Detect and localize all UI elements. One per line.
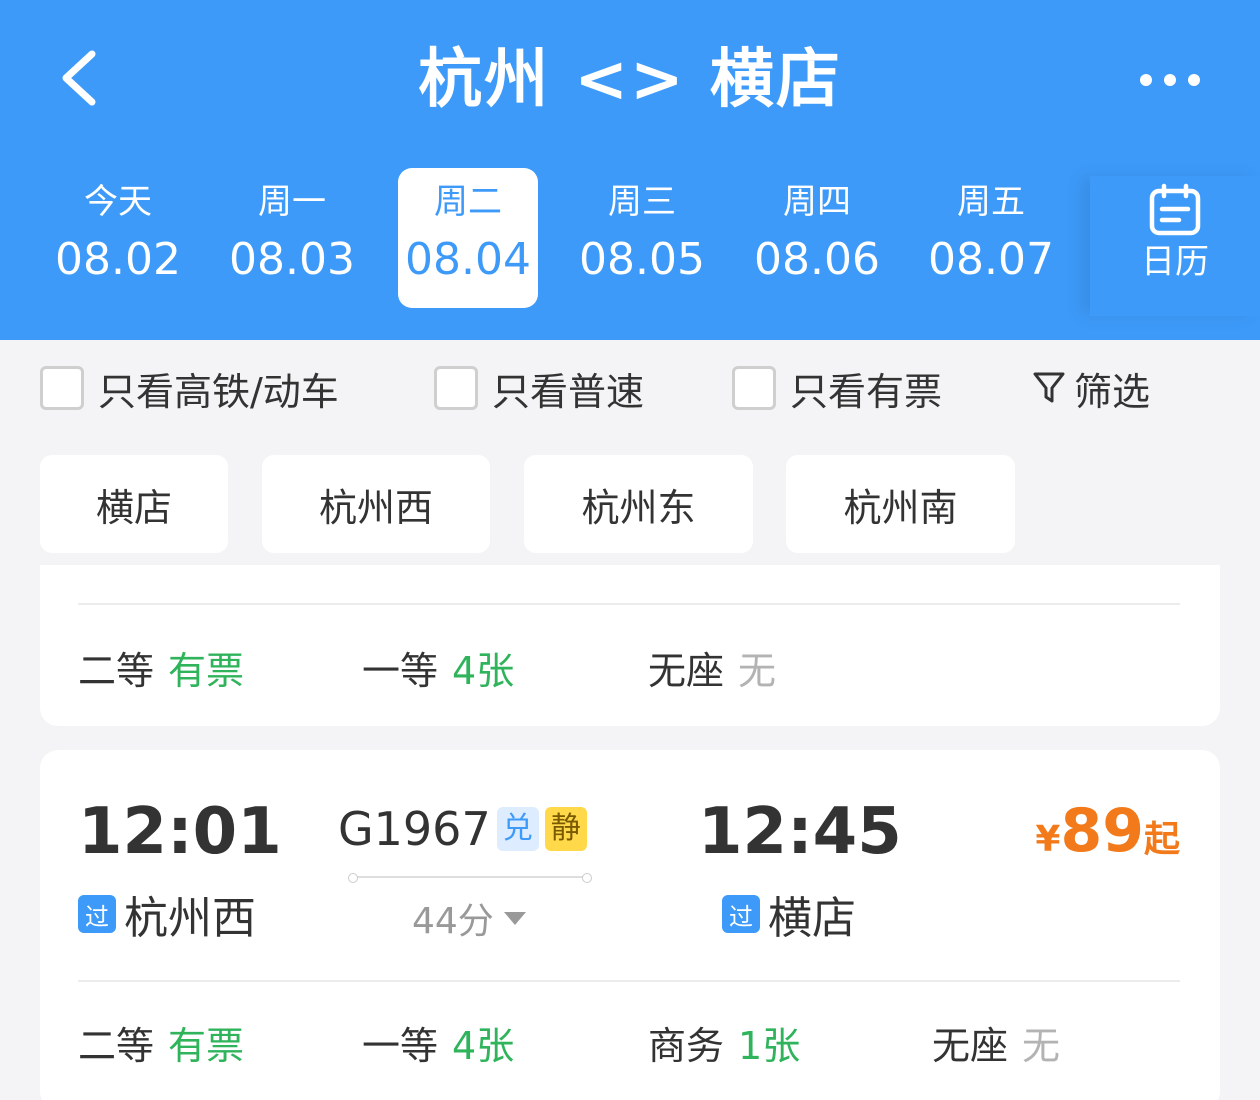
arrive-time: 12:45 [698, 795, 902, 869]
depart-time: 12:01 [78, 795, 282, 869]
available-checkbox[interactable] [732, 366, 776, 410]
station-chip-hengdian[interactable]: 横店 [40, 455, 228, 553]
date-tab-weekday: 周四 [783, 182, 851, 222]
station-chip-hangzhou-east[interactable]: 杭州东 [524, 455, 753, 553]
regular-label: 只看普速 [492, 369, 645, 414]
date-tab-0804-selected[interactable]: 周二 08.04 [398, 168, 538, 308]
train-card[interactable]: 二等 有票 一等 4张 无座无 [40, 565, 1220, 726]
regular-checkbox[interactable] [434, 366, 478, 410]
seat-no-seat: 无座无 [648, 640, 776, 695]
train-number-text: G1967 [338, 802, 491, 856]
arrive-station: 过 横店 [722, 882, 856, 946]
price-value: 89 [1060, 796, 1144, 866]
seat-status: 4张 [452, 1024, 515, 1068]
date-tab-0805[interactable]: 周三 08.05 [572, 168, 712, 308]
seat-first-class: 一等 4张 [362, 1015, 514, 1070]
station-chip-hangzhou-west[interactable]: 杭州西 [262, 455, 490, 553]
date-tab-date: 08.05 [579, 234, 705, 285]
caret-down-icon [503, 911, 526, 925]
card-divider [78, 980, 1180, 982]
filter-button[interactable]: 筛选 [1032, 362, 1150, 414]
depart-station: 过 杭州西 [78, 882, 256, 946]
filter-high-speed[interactable]: 只看高铁/动车 [40, 362, 339, 414]
duration-text: 44分 [412, 901, 494, 942]
seat-class: 一等 [362, 649, 439, 693]
card-divider [78, 603, 1180, 605]
calendar-button[interactable]: 日历 [1090, 176, 1260, 316]
high-speed-label: 只看高铁/动车 [98, 369, 339, 414]
duration-toggle[interactable]: 44分 [412, 892, 526, 944]
seat-status: 4张 [452, 649, 515, 693]
seat-status: 有票 [168, 649, 245, 693]
quiet-car-tag: 静 [544, 807, 587, 851]
page-title: 杭州 <> 横店 [418, 43, 842, 117]
date-tab-date: 08.07 [928, 234, 1054, 285]
station-chip-hangzhou-south[interactable]: 杭州南 [786, 455, 1015, 553]
seat-status: 1张 [738, 1024, 801, 1068]
pass-badge: 过 [78, 895, 116, 933]
date-tab-date: 08.04 [405, 234, 531, 285]
date-tab-weekday: 今天 [84, 182, 152, 222]
seat-no-seat: 无座无 [932, 1015, 1060, 1070]
price-currency: ¥ [1035, 819, 1061, 860]
filter-available[interactable]: 只看有票 [732, 362, 942, 414]
top-bar: 杭州 <> 横店 今天 08.02 周一 08.03 周二 08.04 周三 0… [0, 0, 1260, 340]
date-tab-weekday: 周三 [608, 182, 676, 222]
date-tab-0807[interactable]: 周五 08.07 [921, 168, 1061, 308]
seat-class: 无座 [932, 1024, 1009, 1068]
date-tab-0803[interactable]: 周一 08.03 [222, 168, 362, 308]
date-tab-0806[interactable]: 周四 08.06 [747, 168, 887, 308]
redeem-tag: 兑 [496, 807, 539, 851]
pass-badge: 过 [722, 895, 760, 933]
high-speed-checkbox[interactable] [40, 366, 84, 410]
calendar-icon [1149, 183, 1201, 236]
filter-regular[interactable]: 只看普速 [434, 362, 644, 414]
price: ¥89起 [1035, 796, 1180, 866]
date-tab-0802[interactable]: 今天 08.02 [48, 168, 188, 308]
price-suffix: 起 [1143, 819, 1180, 860]
seat-status: 无 [738, 649, 777, 693]
seat-first-class: 一等 4张 [362, 640, 514, 695]
seat-second-class: 二等 有票 [78, 1015, 244, 1070]
filter-label: 筛选 [1074, 369, 1151, 414]
arrive-station-name: 横店 [768, 893, 856, 944]
seat-class: 二等 [78, 649, 155, 693]
date-tab-date: 08.03 [229, 234, 355, 285]
depart-station-name: 杭州西 [124, 893, 256, 944]
date-tab-weekday: 周一 [258, 182, 326, 222]
train-number[interactable]: G1967 兑 静 [338, 802, 587, 856]
more-button[interactable] [1130, 60, 1210, 100]
available-label: 只看有票 [790, 369, 943, 414]
date-tab-date: 08.02 [55, 234, 181, 285]
seat-class: 一等 [362, 1024, 439, 1068]
date-tab-date: 08.06 [754, 234, 880, 285]
seat-status: 无 [1022, 1024, 1061, 1068]
seat-class: 二等 [78, 1024, 155, 1068]
seat-business-class: 商务 1张 [648, 1015, 800, 1070]
seat-second-class: 二等 有票 [78, 640, 244, 695]
date-tab-weekday: 周五 [957, 182, 1025, 222]
seat-class: 无座 [648, 649, 725, 693]
seat-class: 商务 [648, 1024, 725, 1068]
more-dots-icon [1140, 74, 1200, 86]
funnel-icon [1033, 372, 1065, 403]
calendar-label: 日历 [1141, 242, 1209, 282]
date-tab-weekday: 周二 [434, 182, 502, 222]
seat-status: 有票 [168, 1024, 245, 1068]
duration-line [348, 873, 592, 883]
train-card-g1967[interactable]: 12:01 过 杭州西 G1967 兑 静 44分 12:45 过 横店 ¥89… [40, 750, 1220, 1100]
